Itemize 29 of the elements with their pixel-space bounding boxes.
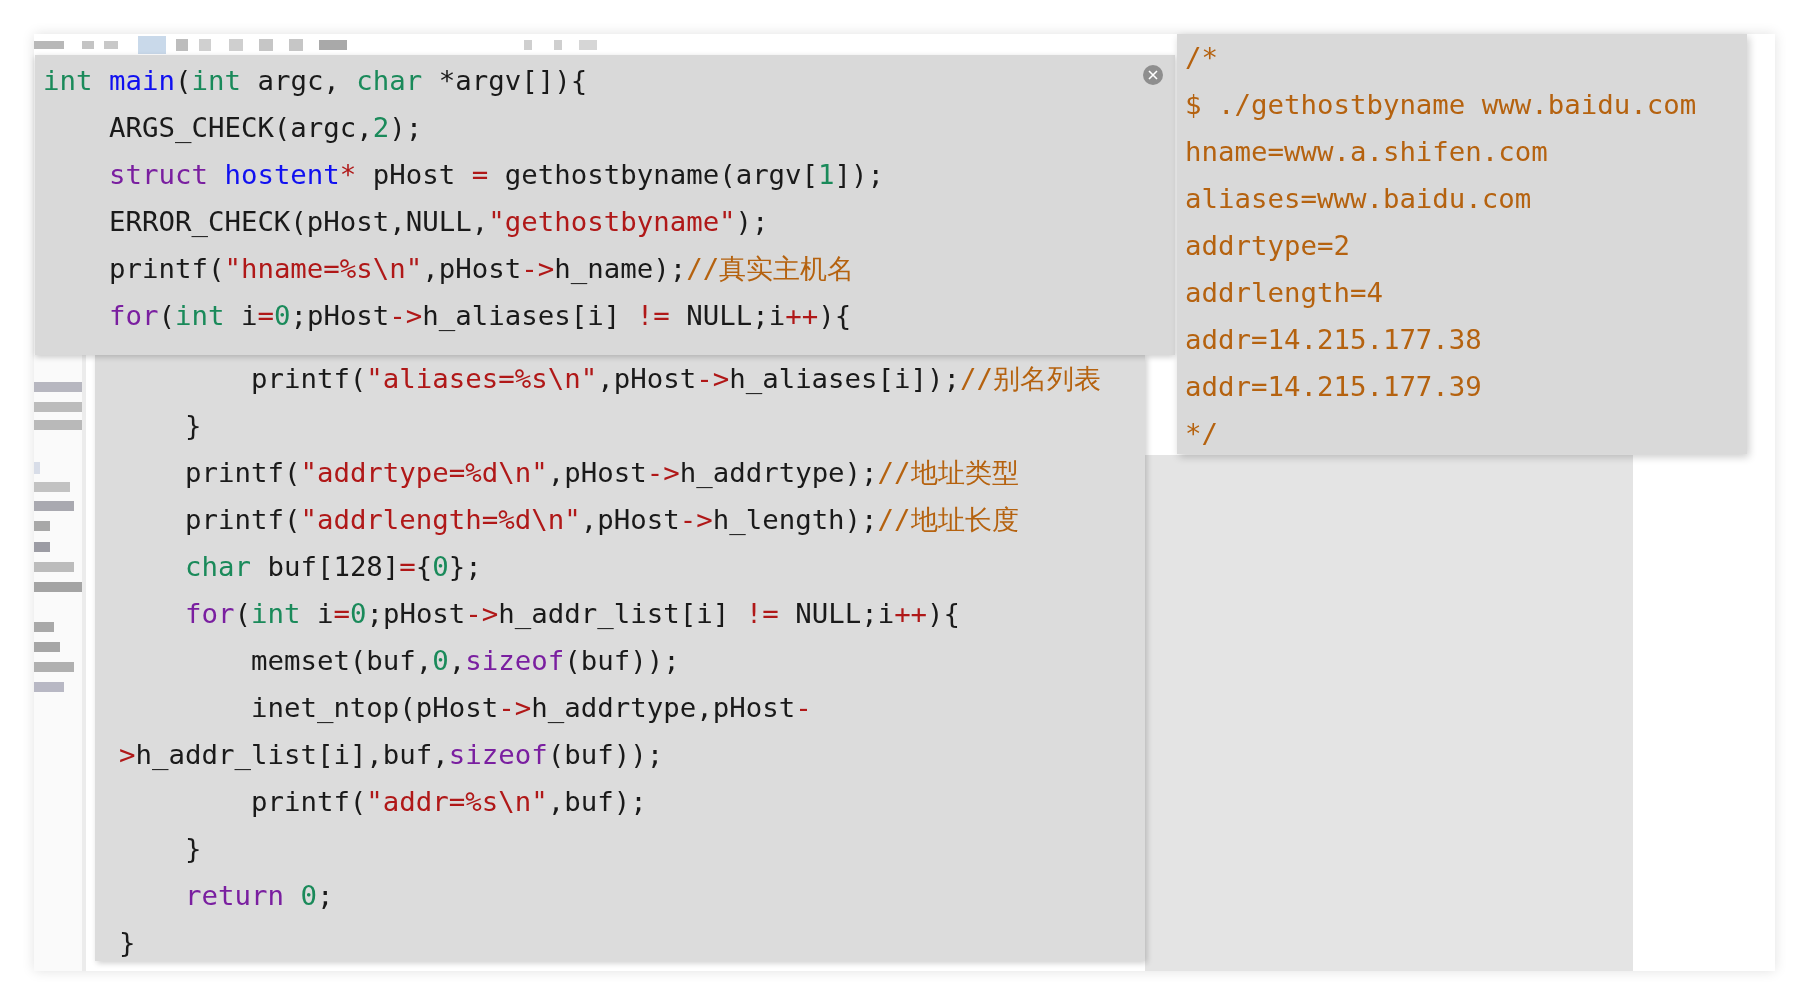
- code-line: printf("addrtype=%d\n",pHost->h_addrtype);//地址类型: [183, 456, 1019, 490]
- code-line: char buf[128]={0};: [183, 550, 482, 584]
- code-line: }: [183, 409, 202, 443]
- output-line: aliases=www.baidu.com: [1185, 182, 1532, 216]
- output-line: addrtype=2: [1185, 229, 1350, 263]
- code-line: printf("aliases=%s\n",pHost->h_aliases[i]);//别名列表: [249, 362, 1102, 396]
- code-line: printf("addr=%s\n",buf);: [249, 785, 647, 819]
- code-line: >h_addr_list[i],buf,sizeof(buf));: [119, 738, 664, 772]
- code-line: memset(buf,0,sizeof(buf));: [249, 644, 680, 678]
- code-line: return 0;: [183, 879, 334, 913]
- output-line: addr=14.215.177.38: [1185, 323, 1482, 357]
- output-line: hname=www.a.shifen.com: [1185, 135, 1548, 169]
- code-line: }: [119, 926, 136, 960]
- output-line: /*: [1185, 41, 1218, 75]
- code-line: for(int i=0;pHost->h_addr_list[i] != NULL;i++){: [183, 597, 961, 631]
- code-line: ERROR_CHECK(pHost,NULL,"gethostbyname");: [107, 205, 769, 239]
- close-icon[interactable]: [1143, 65, 1163, 85]
- code-line: struct hostent* pHost = gethostbyname(argv[1]);: [107, 158, 885, 192]
- output-line: */: [1185, 417, 1218, 451]
- code-line: ARGS_CHECK(argc,2);: [107, 111, 423, 145]
- code-line: for(int i=0;pHost->h_aliases[i] != NULL;i++){: [107, 299, 852, 333]
- code-line: int main(int argc, char *argv[]){: [43, 64, 588, 98]
- output-line: $ ./gethostbyname www.baidu.com: [1185, 88, 1697, 122]
- code-line: }: [183, 832, 202, 866]
- output-line: addr=14.215.177.39: [1185, 370, 1482, 404]
- output-line: addrlength=4: [1185, 276, 1383, 310]
- code-line: inet_ntop(pHost->h_addrtype,pHost-: [249, 691, 812, 725]
- code-line: printf("hname=%s\n",pHost->h_name);//真实主机名: [107, 252, 855, 286]
- code-line: printf("addrlength=%d\n",pHost->h_length);//地址长度: [183, 503, 1019, 537]
